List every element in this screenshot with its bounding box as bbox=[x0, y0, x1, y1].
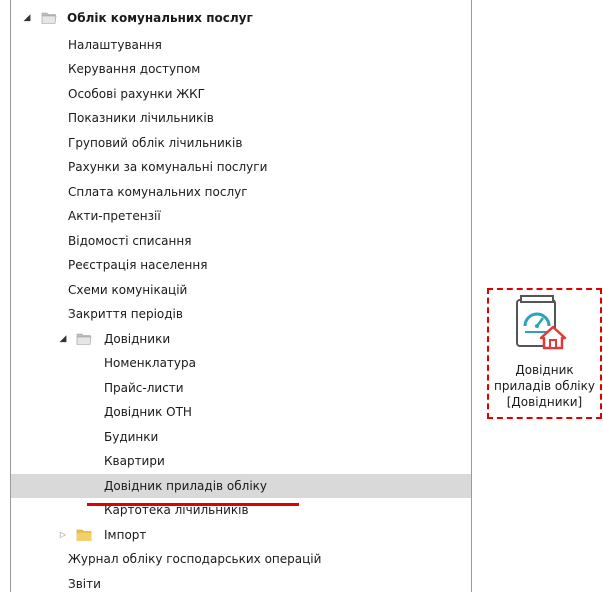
tree-item-label: Номенклатура bbox=[104, 356, 196, 370]
tile-label-line-2: приладів обліку bbox=[494, 379, 595, 393]
folder-icon bbox=[76, 529, 92, 541]
tree-node-import[interactable]: ▷ Імпорт bbox=[11, 523, 471, 547]
tree-item-label: Закриття періодів bbox=[68, 307, 183, 321]
tree-item-splata[interactable]: Сплата комунальних послуг bbox=[11, 180, 471, 204]
tree-item-label: Квартири bbox=[104, 454, 165, 468]
tree-item-nalashtuvannia[interactable]: Налаштування bbox=[11, 33, 471, 57]
tree-item-label: Довідник приладів обліку bbox=[104, 479, 268, 493]
red-underline-annotation bbox=[87, 503, 299, 506]
tree-item-label: Журнал обліку господарських операцій bbox=[68, 552, 322, 566]
tree-item-label: Звіти bbox=[68, 577, 101, 591]
tree-item-vidomosti-spysannia[interactable]: Відомості списання bbox=[11, 229, 471, 253]
tree-item-kartoteka[interactable]: Картотека лічильників bbox=[11, 498, 471, 522]
tree-item-label: Груповий облік лічильників bbox=[68, 136, 243, 150]
tree-item-skhemy[interactable]: Схеми комунікацій bbox=[11, 278, 471, 302]
tree-node-komunalni-posluhy[interactable]: ◢ Облік комунальних послуг bbox=[11, 6, 471, 30]
collapsed-arrow-icon[interactable]: ▷ bbox=[58, 523, 68, 547]
tree-item-keruvannia-dostupom[interactable]: Керування доступом bbox=[11, 57, 471, 81]
expanded-arrow-icon[interactable]: ◢ bbox=[22, 6, 32, 30]
tree-item-label: Налаштування bbox=[68, 38, 162, 52]
tree-item-label: Прайс-листи bbox=[104, 381, 184, 395]
tree-item-zakryttia[interactable]: Закриття періодів bbox=[11, 302, 471, 326]
tree-item-label: Реєстрація населення bbox=[68, 258, 208, 272]
tree-node-label: Довідники bbox=[104, 332, 171, 346]
tree-root-label: Облік комунальних послуг bbox=[67, 11, 253, 25]
tree-item-dovidnyk-pryladiv-obliku[interactable]: Довідник приладів обліку bbox=[11, 474, 471, 498]
tree-item-label: Рахунки за комунальні послуги bbox=[68, 160, 268, 174]
tree-item-label: Показники лічильників bbox=[68, 111, 214, 125]
tree-item-label: Схеми комунікацій bbox=[68, 283, 188, 297]
tree-item-zvity[interactable]: Звіти bbox=[11, 572, 471, 592]
tree-item-label: Відомості списання bbox=[68, 234, 192, 248]
tree-item-label: Керування доступом bbox=[68, 62, 201, 76]
tree-item-label: Особові рахунки ЖКГ bbox=[68, 87, 205, 101]
tree-item-label: Довідник ОТН bbox=[104, 405, 192, 419]
tree-item-prais-lysty[interactable]: Прайс-листи bbox=[11, 376, 471, 400]
tile-label-line-1: Довідник bbox=[515, 363, 574, 377]
tree-item-dovidnyk-otn[interactable]: Довідник ОТН bbox=[11, 400, 471, 424]
tree-item-reiestratsiia[interactable]: Реєстрація населення bbox=[11, 253, 471, 277]
tree-item-akty-pretenzii[interactable]: Акти-претензії bbox=[11, 204, 471, 228]
panel-divider bbox=[471, 0, 472, 592]
expanded-arrow-icon[interactable]: ◢ bbox=[58, 327, 68, 351]
tile-label-line-3: [Довідники] bbox=[506, 395, 583, 409]
tree-item-budynky[interactable]: Будинки bbox=[11, 425, 471, 449]
tree-item-label: Картотека лічильників bbox=[104, 503, 249, 517]
open-folder-icon bbox=[41, 12, 57, 24]
tile-label: Довідник приладів обліку [Довідники] bbox=[489, 362, 600, 410]
tree-item-kvartyry[interactable]: Квартири bbox=[11, 449, 471, 473]
meter-reference-icon bbox=[516, 295, 567, 350]
tree-item-label: Акти-претензії bbox=[68, 209, 161, 223]
tree-item-label: Будинки bbox=[104, 430, 159, 444]
open-folder-icon bbox=[76, 333, 92, 345]
tree-item-hrupovyi-oblik[interactable]: Груповий облік лічильників bbox=[11, 131, 471, 155]
tree-item-zhurnal[interactable]: Журнал обліку господарських операцій bbox=[11, 547, 471, 571]
dovidnyk-pryladiv-obliku-tile[interactable]: Довідник приладів обліку [Довідники] bbox=[487, 288, 602, 419]
tree-item-nomenklatura[interactable]: Номенклатура bbox=[11, 351, 471, 375]
tree-item-osobovi-rakhunky[interactable]: Особові рахунки ЖКГ bbox=[11, 82, 471, 106]
tree-node-dovidnyky[interactable]: ◢ Довідники bbox=[11, 327, 471, 351]
tree-item-pokaznyky-lichylnykiv[interactable]: Показники лічильників bbox=[11, 106, 471, 130]
tree-node-label: Імпорт bbox=[104, 528, 147, 542]
tree-item-rakhunky[interactable]: Рахунки за комунальні послуги bbox=[11, 155, 471, 179]
tree-item-label: Сплата комунальних послуг bbox=[68, 185, 248, 199]
